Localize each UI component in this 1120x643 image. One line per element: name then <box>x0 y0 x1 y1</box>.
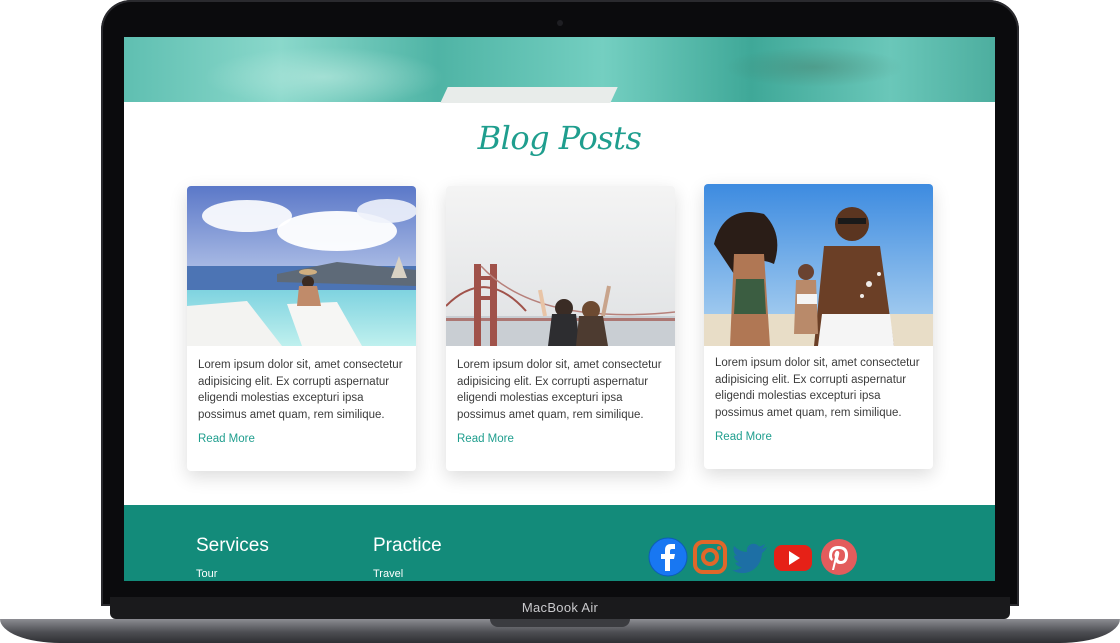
blog-card: Lorem ipsum dolor sit, amet consectetur … <box>187 186 416 471</box>
pinterest-icon[interactable] <box>819 537 859 577</box>
laptop-brand-label: MacBook Air <box>521 600 599 615</box>
hero-lounger-shape <box>440 87 618 103</box>
facebook-icon[interactable] <box>648 537 688 577</box>
browser-screen: Blog Posts Lorem ipsum dolor sit, amet c… <box>124 37 995 581</box>
footer-link-tour[interactable]: Tour <box>196 568 217 580</box>
laptop-base-notch <box>490 619 630 627</box>
card-excerpt: Lorem ipsum dolor sit, amet consectetur … <box>198 359 403 421</box>
twitter-icon[interactable] <box>730 537 770 577</box>
card-image-bridge <box>446 186 675 346</box>
youtube-icon[interactable] <box>772 537 812 577</box>
hero-banner-image <box>124 37 995 103</box>
webcam <box>557 20 563 26</box>
footer-heading-practice: Practice <box>373 535 442 556</box>
read-more-link[interactable]: Read More <box>198 433 255 445</box>
card-image-pool <box>187 186 416 346</box>
card-excerpt: Lorem ipsum dolor sit, amet consectetur … <box>715 357 920 419</box>
read-more-link[interactable]: Read More <box>715 431 772 443</box>
footer-link-travel[interactable]: Travel <box>373 568 403 580</box>
footer-heading-services: Services <box>196 535 269 556</box>
instagram-icon[interactable] <box>690 537 730 577</box>
card-excerpt: Lorem ipsum dolor sit, amet consectetur … <box>457 359 662 421</box>
read-more-link[interactable]: Read More <box>457 433 514 445</box>
blog-card: Lorem ipsum dolor sit, amet consectetur … <box>446 186 675 471</box>
section-title: Blog Posts <box>477 119 642 157</box>
site-footer: Services Tour Practice Travel <box>124 505 995 581</box>
card-image-beach <box>704 184 933 346</box>
blog-card: Lorem ipsum dolor sit, amet consectetur … <box>704 184 933 469</box>
